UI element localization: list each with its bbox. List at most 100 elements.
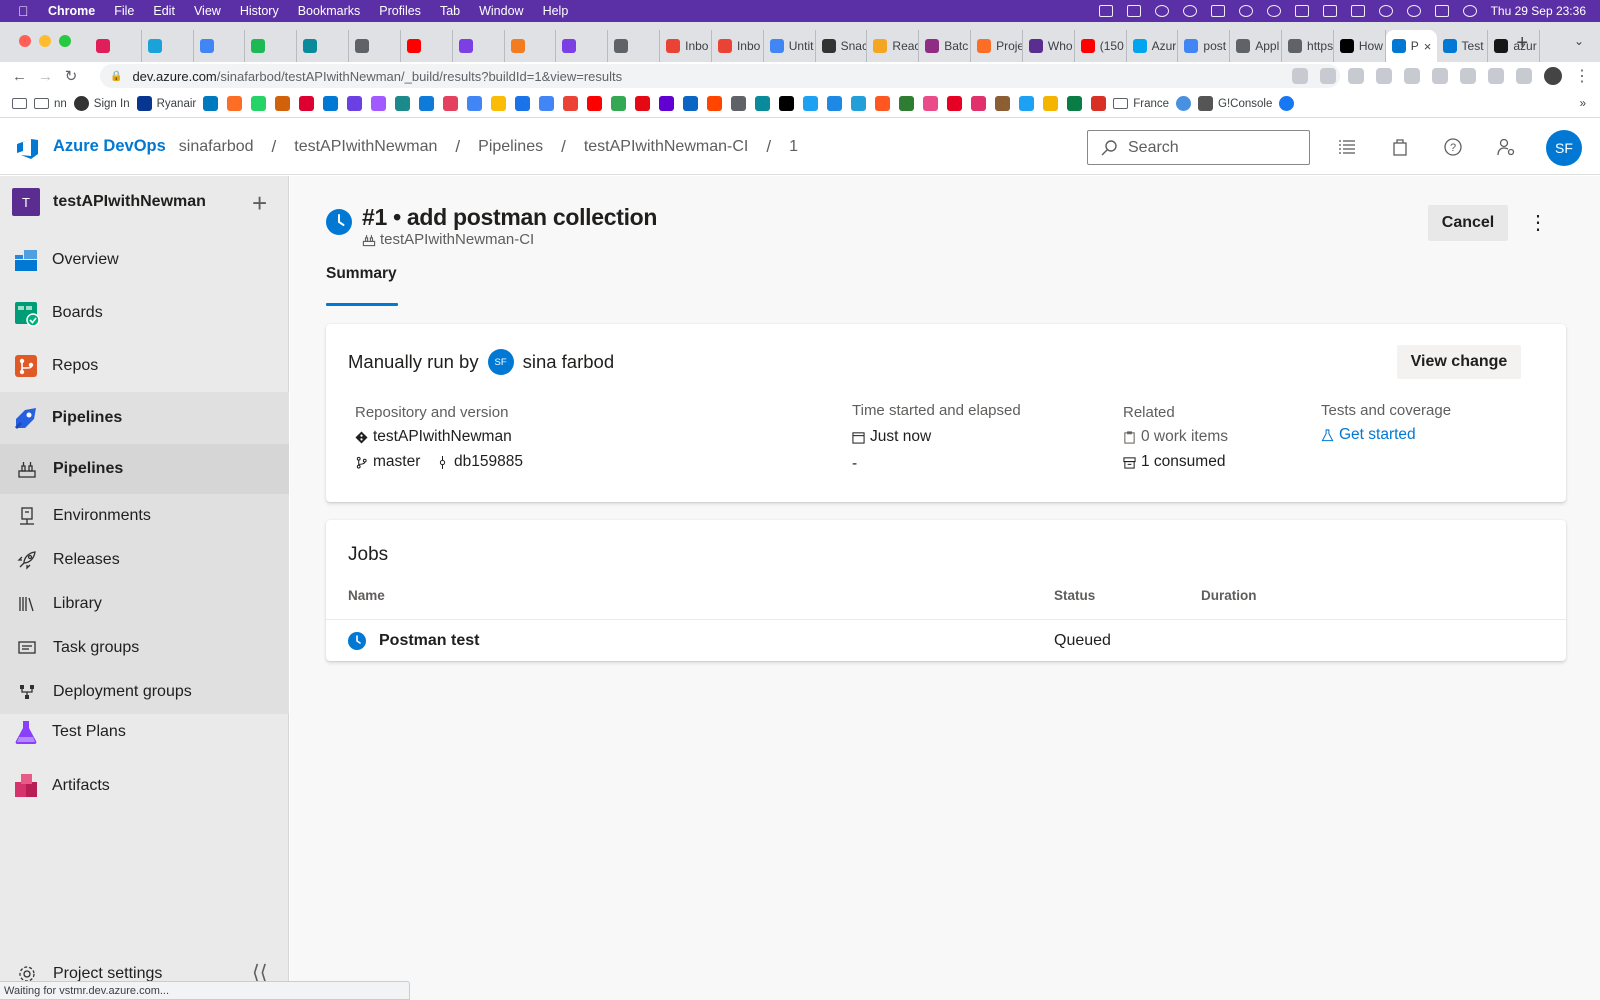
lock-icon[interactable]: 🔒 xyxy=(110,71,122,82)
task-list-icon[interactable] xyxy=(1337,137,1357,157)
bookmark-ryanair[interactable]: Ryanair xyxy=(136,96,196,111)
siri-icon[interactable] xyxy=(1462,5,1477,17)
sidebar-item-task-groups[interactable]: Task groups xyxy=(0,626,289,670)
screen-icon[interactable] xyxy=(1126,5,1141,17)
browser-tab[interactable] xyxy=(401,30,453,62)
bookmark-favicon-icon[interactable] xyxy=(515,96,531,111)
bookmark-favicon-icon[interactable] xyxy=(491,96,507,111)
bookmark-favicon-icon[interactable] xyxy=(659,96,675,111)
bookmark-favicon-icon[interactable] xyxy=(419,96,435,111)
bookmark-favicon-icon[interactable] xyxy=(971,96,987,111)
breadcrumb-pipeline[interactable]: testAPIwithNewman-CI xyxy=(584,138,749,156)
profile-avatar[interactable] xyxy=(1544,67,1562,85)
browser-tab[interactable]: Inbo xyxy=(660,30,712,62)
kebab-menu-icon[interactable]: ⋮ xyxy=(1574,66,1590,86)
bookmark-favicon-icon[interactable] xyxy=(827,96,843,111)
breadcrumb-run[interactable]: 1 xyxy=(789,138,798,156)
cancel-button[interactable]: Cancel xyxy=(1428,205,1508,241)
vlc-icon[interactable] xyxy=(1210,5,1225,17)
azure-devops-logo-icon[interactable] xyxy=(14,134,40,160)
menu-window[interactable]: Window xyxy=(479,4,523,18)
breadcrumb-pipelines[interactable]: Pipelines xyxy=(478,138,543,156)
menu-bookmarks[interactable]: Bookmarks xyxy=(298,4,361,18)
extension-icon[interactable] xyxy=(1376,68,1392,84)
zoom-window-button[interactable] xyxy=(59,35,71,47)
browser-tab[interactable]: Reac xyxy=(867,30,920,62)
bookmark-favicon-icon[interactable] xyxy=(251,96,267,111)
sidebar-item-artifacts[interactable]: Artifacts xyxy=(0,759,289,812)
browser-tab[interactable]: Azur xyxy=(1127,30,1179,62)
new-tab-button[interactable]: + xyxy=(1516,32,1528,55)
bookmark-favicon-icon[interactable] xyxy=(395,96,411,111)
sidebar-item-pipelines[interactable]: Pipelines xyxy=(0,444,289,494)
bookmark-favicon-icon[interactable] xyxy=(1091,96,1107,111)
browser-tab[interactable]: P × xyxy=(1385,30,1437,62)
bookmark-sign-in[interactable]: Sign In xyxy=(73,96,130,111)
creative-cloud-icon[interactable] xyxy=(1154,5,1169,17)
extension-icon[interactable] xyxy=(1432,68,1448,84)
menu-history[interactable]: History xyxy=(240,4,279,18)
work-items-link[interactable]: 0 work items xyxy=(1123,428,1228,446)
commit-link[interactable]: db159885 xyxy=(436,453,523,471)
sidebar-item-test-plans[interactable]: Test Plans xyxy=(0,706,289,758)
bookmark-folder-france[interactable]: France xyxy=(1113,98,1169,110)
menu-help[interactable]: Help xyxy=(543,4,569,18)
browser-tab[interactable] xyxy=(556,30,609,62)
bookmark-favicon-icon[interactable] xyxy=(1067,96,1083,111)
browser-tab[interactable] xyxy=(245,30,298,62)
spotlight-icon[interactable] xyxy=(1406,5,1421,17)
menu-tab[interactable]: Tab xyxy=(440,4,460,18)
bookmark-gconsole[interactable]: G!Console xyxy=(1198,96,1272,111)
bookmark-favicon-icon[interactable] xyxy=(923,96,939,111)
sidepanel-icon[interactable] xyxy=(1516,68,1532,84)
browser-tab[interactable]: How xyxy=(1334,30,1386,62)
browser-tab[interactable]: Appl xyxy=(1230,30,1283,62)
sidebar-item-environments[interactable]: Environments xyxy=(0,494,289,538)
ado-brand[interactable]: Azure DevOps xyxy=(53,137,166,156)
menu-edit[interactable]: Edit xyxy=(153,4,175,18)
menu-file[interactable]: File xyxy=(114,4,134,18)
browser-tab[interactable]: azur xyxy=(1488,30,1541,62)
add-icon[interactable]: + xyxy=(252,188,267,219)
bookmark-favicon-icon[interactable] xyxy=(323,96,339,111)
get-started-link[interactable]: Get started xyxy=(1321,426,1416,444)
extension-icon[interactable] xyxy=(1404,68,1420,84)
folder-icon[interactable] xyxy=(12,98,27,109)
bookmark-favicon-icon[interactable] xyxy=(731,96,747,111)
bookmark-favicon-icon[interactable] xyxy=(707,96,723,111)
sidebar-item-library[interactable]: Library xyxy=(0,582,289,626)
bookmark-favicon-icon[interactable] xyxy=(779,96,795,111)
bluetooth-icon[interactable] xyxy=(1322,5,1337,17)
repo-link[interactable]: testAPIwithNewman xyxy=(355,428,512,446)
extension-icon[interactable] xyxy=(1460,68,1476,84)
menu-profiles[interactable]: Profiles xyxy=(379,4,421,18)
bookmark-favicon-icon[interactable] xyxy=(371,96,387,111)
bookmark-favicon-icon[interactable] xyxy=(467,96,483,111)
clock[interactable]: Thu 29 Sep 23:36 xyxy=(1491,4,1586,18)
consumed-link[interactable]: 1 consumed xyxy=(1123,453,1225,471)
bookmark-favicon-icon[interactable] xyxy=(995,96,1011,111)
bookmark-icon[interactable] xyxy=(1176,96,1192,111)
bookmark-favicon-icon[interactable] xyxy=(563,96,579,111)
sidebar-item-boards[interactable]: Boards xyxy=(0,286,289,339)
user-settings-icon[interactable] xyxy=(1496,137,1516,157)
tab-summary[interactable]: Summary xyxy=(326,265,397,283)
marketplace-bag-icon[interactable] xyxy=(1390,137,1410,157)
menu-app[interactable]: Chrome xyxy=(48,4,95,18)
bookmark-favicon-icon[interactable] xyxy=(803,96,819,111)
flag-icon[interactable] xyxy=(1294,5,1309,17)
bookmark-favicon-icon[interactable] xyxy=(539,96,555,111)
browser-tab[interactable] xyxy=(453,30,505,62)
bookmark-favicon-icon[interactable] xyxy=(587,96,603,111)
control-center-icon[interactable] xyxy=(1434,5,1449,17)
bookmark-star-icon[interactable] xyxy=(1348,68,1364,84)
browser-tab[interactable]: Snac xyxy=(816,30,868,62)
browser-tab[interactable]: Untit xyxy=(764,30,816,62)
bookmark-favicon-icon[interactable] xyxy=(1043,96,1059,111)
bookmark-favicon-icon[interactable] xyxy=(347,96,363,111)
minimize-window-button[interactable] xyxy=(39,35,51,47)
facebook-icon[interactable] xyxy=(1279,96,1295,111)
table-row[interactable]: Postman test Queued xyxy=(326,619,1566,661)
sidebar-item-releases[interactable]: Releases xyxy=(0,538,289,582)
browser-tab[interactable] xyxy=(349,30,401,62)
